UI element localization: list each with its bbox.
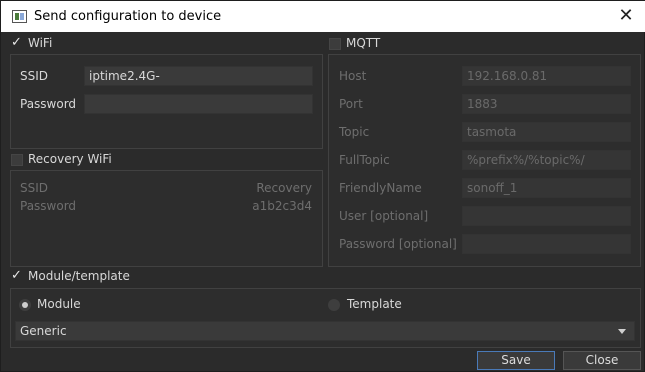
mqtt-password-label: Password [optional] [339, 237, 457, 251]
module-template-group: Module Template Generic [10, 288, 641, 348]
mqtt-topic-value: tasmota [467, 125, 517, 139]
recovery-wifi-group: SSID Recovery Password a1b2c3d4 [10, 170, 323, 267]
chevron-down-icon [618, 329, 626, 334]
mqtt-host-label: Host [339, 69, 367, 83]
mqtt-fulltopic-label: FullTopic [339, 153, 390, 167]
mqtt-topic-label: Topic [339, 125, 370, 139]
wifi-ssid-label: SSID [20, 69, 49, 83]
mqtt-port-input[interactable]: 1883 [462, 94, 631, 114]
mqtt-friendlyname-input[interactable]: sonoff_1 [462, 178, 631, 198]
wifi-ssid-input[interactable]: iptime2.4G- [84, 66, 313, 86]
save-button[interactable]: Save [477, 351, 555, 370]
mqtt-host-input[interactable]: 192.168.0.81 [462, 66, 631, 86]
mqtt-host-value: 192.168.0.81 [467, 69, 548, 83]
mqtt-user-label: User [optional] [339, 209, 429, 223]
mqtt-user-input[interactable] [462, 206, 631, 226]
recovery-ssid-label: SSID [20, 181, 49, 195]
title-bar: Send configuration to device ✕ [1, 1, 645, 32]
recovery-password-label: Password [20, 199, 77, 213]
wifi-checkbox[interactable] [11, 35, 23, 50]
mqtt-friendlyname-value: sonoff_1 [467, 181, 518, 195]
module-select[interactable]: Generic [15, 321, 635, 341]
window-title: Send configuration to device [34, 9, 222, 24]
module-radio-label: Module [37, 297, 81, 311]
recovery-wifi-checkbox[interactable] [11, 154, 23, 166]
module-template-checkbox[interactable] [11, 268, 23, 283]
mqtt-checkbox[interactable] [329, 38, 341, 50]
mqtt-fulltopic-input[interactable]: %prefix%/%topic%/ [462, 150, 631, 170]
close-icon[interactable]: ✕ [616, 6, 636, 26]
close-button[interactable]: Close [563, 351, 641, 370]
wifi-group-title: WiFi [28, 36, 53, 50]
dialog-window: Send configuration to device ✕ WiFi SSID… [0, 0, 645, 372]
app-icon [12, 10, 27, 23]
mqtt-port-value: 1883 [467, 97, 498, 111]
wifi-group: SSID iptime2.4G- Password [10, 54, 323, 149]
module-select-value: Generic [20, 324, 67, 338]
recovery-wifi-group-title: Recovery WiFi [28, 152, 112, 166]
mqtt-topic-input[interactable]: tasmota [462, 122, 631, 142]
template-radio-label: Template [347, 297, 402, 311]
recovery-password-value: a1b2c3d4 [252, 199, 312, 213]
template-radio[interactable] [328, 299, 340, 311]
mqtt-friendlyname-label: FriendlyName [339, 181, 422, 195]
mqtt-group: Host 192.168.0.81 Port 1883 Topic tasmot… [328, 54, 641, 267]
mqtt-password-input[interactable] [462, 234, 631, 254]
mqtt-fulltopic-value: %prefix%/%topic%/ [467, 153, 585, 167]
wifi-ssid-value: iptime2.4G- [89, 69, 160, 83]
mqtt-group-title: MQTT [346, 36, 381, 50]
module-radio[interactable] [19, 299, 31, 311]
wifi-password-input[interactable] [84, 94, 313, 114]
recovery-ssid-value: Recovery [256, 181, 312, 195]
mqtt-port-label: Port [339, 97, 363, 111]
module-template-group-title: Module/template [28, 269, 130, 283]
wifi-password-label: Password [20, 97, 77, 111]
